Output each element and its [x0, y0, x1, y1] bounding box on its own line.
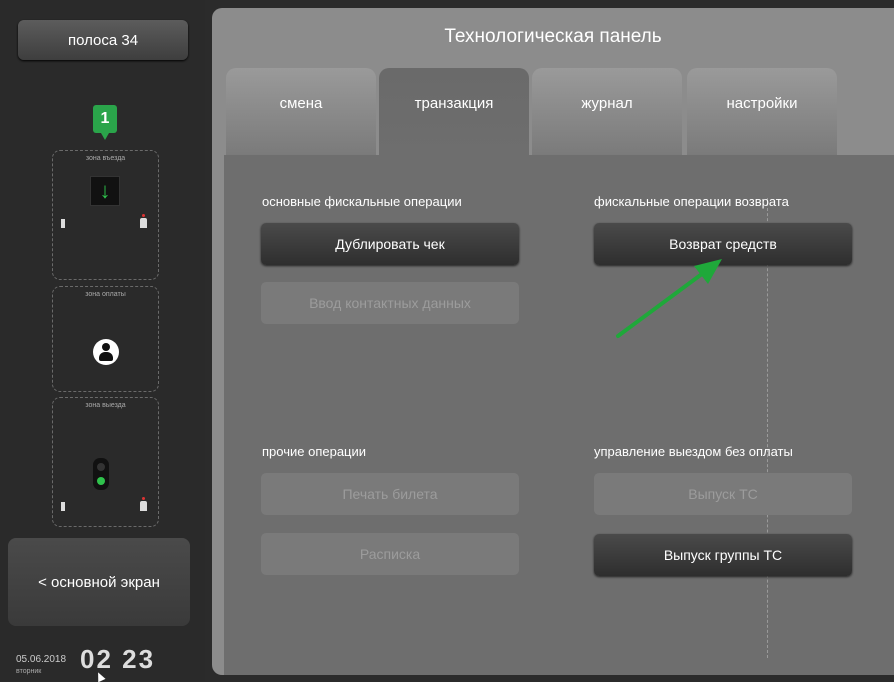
lane-number-badge: 1 — [93, 105, 117, 140]
group-release-button[interactable]: Выпуск группы ТС — [594, 534, 852, 576]
date-label: 05.06.2018 — [16, 654, 67, 665]
clock: 02 23 — [80, 644, 156, 674]
payment-zone[interactable]: зона оплаты — [52, 286, 159, 392]
page-title: Технологическая панель — [444, 26, 662, 47]
entry-zone-label: зона въезда — [85, 155, 126, 162]
lane-button[interactable]: полоса 34 — [18, 20, 188, 60]
contact-data-button[interactable]: Ввод контактных данных — [261, 282, 519, 324]
receipt-note-button[interactable]: Расписка — [261, 533, 519, 575]
barrier-left-icon — [61, 219, 65, 228]
barrier-left-icon — [61, 502, 65, 511]
tech-panel: Технологическая панель смена транзакция … — [212, 8, 894, 675]
tab-shift[interactable]: смена — [226, 68, 376, 156]
arrow-down-icon: ↓ — [90, 176, 120, 206]
section-title-exit-control: управление выездом без оплаты — [594, 444, 793, 459]
exit-zone[interactable]: зона выезда — [52, 397, 159, 527]
section-title-other: прочие операции — [262, 444, 367, 459]
entry-zone[interactable]: зона въезда ↓ — [52, 150, 159, 280]
column-divider — [767, 198, 768, 658]
main-screen-button[interactable]: < основной экран — [8, 538, 190, 626]
sidebar: полоса 34 1 зона въезда ↓ зона оплаты зо… — [0, 0, 205, 682]
tab-transaction[interactable]: транзакция — [379, 68, 529, 156]
print-ticket-button[interactable]: Печать билета — [261, 473, 519, 515]
barrier-right-icon — [140, 497, 147, 511]
weekday-label: вторник — [16, 668, 42, 675]
duplicate-receipt-button[interactable]: Дублировать чек — [261, 223, 519, 265]
payment-zone-label: зона оплаты — [85, 291, 126, 298]
section-title-refund: фискальные операции возврата — [594, 194, 789, 209]
tab-settings[interactable]: настройки — [687, 68, 837, 156]
exit-zone-label: зона выезда — [85, 402, 126, 409]
traffic-light-icon — [93, 458, 109, 490]
section-title-main-fiscal: основные фискальные операции — [262, 194, 462, 209]
tab-journal[interactable]: журнал — [532, 68, 682, 156]
refund-button[interactable]: Возврат средств — [594, 223, 852, 265]
person-icon — [93, 339, 119, 365]
barrier-right-icon — [140, 214, 147, 228]
vehicle-release-button[interactable]: Выпуск ТС — [594, 473, 852, 515]
